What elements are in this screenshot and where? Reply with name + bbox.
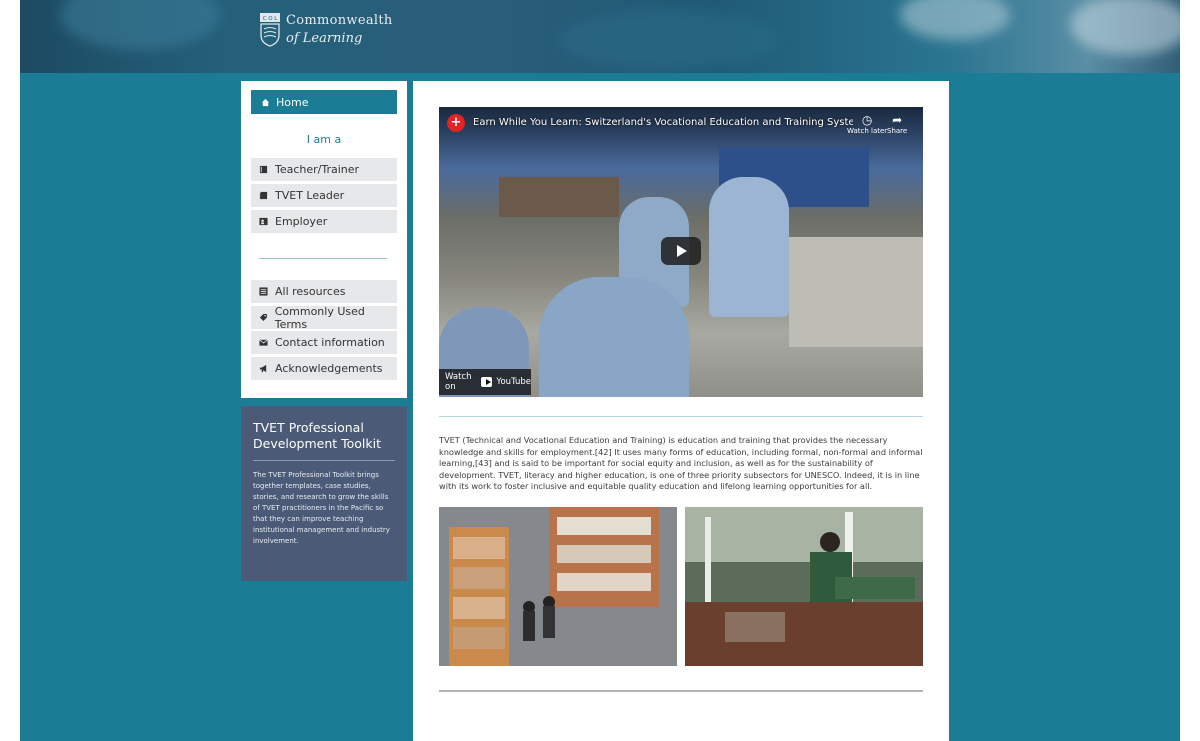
sidebar-item-label: Teacher/Trainer bbox=[275, 163, 360, 176]
watch-on-label: Watch on bbox=[445, 372, 472, 392]
col-logo[interactable]: C O L Commonwealth of Learning bbox=[260, 12, 393, 48]
play-button[interactable] bbox=[661, 237, 701, 265]
tag-icon bbox=[259, 314, 267, 321]
sidebar-item-label: Employer bbox=[275, 215, 328, 228]
id-card-icon bbox=[259, 217, 268, 226]
sidebar-item-teacher-trainer[interactable]: Teacher/Trainer bbox=[251, 158, 397, 181]
share-button[interactable]: ➦ Share bbox=[887, 113, 907, 135]
sidebar-item-label: Contact information bbox=[275, 336, 385, 349]
sidebar-item-employer[interactable]: Employer bbox=[251, 210, 397, 233]
envelope-icon bbox=[259, 339, 268, 346]
logo-line-1: Commonwealth bbox=[286, 13, 393, 28]
logo-line-2: of Learning bbox=[286, 31, 363, 46]
warehouse-photo bbox=[439, 507, 677, 666]
share-icon: ➦ bbox=[892, 113, 903, 127]
toolkit-panel: TVET Professional Development Toolkit Th… bbox=[241, 406, 407, 581]
sidebar-item-tvet-leader[interactable]: TVET Leader bbox=[251, 184, 397, 207]
youtube-label: YouTube bbox=[496, 377, 531, 387]
toolkit-divider bbox=[253, 460, 395, 461]
sidebar-item-label: Acknowledgements bbox=[275, 362, 383, 375]
video-player[interactable]: + Earn While You Learn: Switzerland's Vo… bbox=[439, 107, 923, 397]
sidebar: Home I am a Teacher/Trainer TVET Leader … bbox=[241, 81, 407, 398]
video-title[interactable]: Earn While You Learn: Switzerland's Voca… bbox=[473, 117, 853, 128]
bottom-divider bbox=[439, 690, 923, 692]
col-seal-icon: C O L bbox=[260, 13, 280, 47]
main-content: + Earn While You Learn: Switzerland's Vo… bbox=[413, 81, 949, 741]
toolkit-description: The TVET Professional Toolkit brings tog… bbox=[253, 471, 390, 545]
book-icon bbox=[259, 191, 268, 200]
share-label: Share bbox=[887, 127, 908, 135]
watch-later-label: Watch later bbox=[847, 127, 888, 135]
clock-icon: ◷ bbox=[861, 113, 873, 127]
page: C O L Commonwealth of Learning Home I am… bbox=[20, 0, 1180, 741]
sidebar-item-contact-information[interactable]: Contact information bbox=[251, 331, 397, 354]
sidebar-item-label: Home bbox=[276, 95, 309, 109]
sidebar-item-commonly-used-terms[interactable]: Commonly Used Terms bbox=[251, 304, 397, 331]
svg-text:C O L: C O L bbox=[263, 16, 279, 22]
sidebar-item-label: Commonly Used Terms bbox=[274, 304, 365, 331]
sidebar-divider bbox=[259, 258, 387, 259]
section-divider bbox=[439, 416, 923, 417]
home-icon bbox=[261, 98, 270, 106]
workshop-photo bbox=[685, 507, 923, 666]
youtube-icon bbox=[481, 377, 493, 387]
site-header: C O L Commonwealth of Learning bbox=[20, 0, 1180, 73]
i-am-a-heading: I am a bbox=[306, 133, 342, 146]
megaphone-icon bbox=[259, 364, 267, 373]
sidebar-item-label: TVET Leader bbox=[275, 189, 345, 202]
list-icon bbox=[259, 287, 268, 296]
sidebar-item-label: All resources bbox=[275, 285, 346, 298]
book-icon bbox=[259, 165, 268, 174]
sidebar-item-home[interactable]: Home bbox=[251, 90, 397, 114]
channel-avatar-icon[interactable]: + bbox=[447, 114, 465, 132]
sidebar-item-acknowledgements[interactable]: Acknowledgements bbox=[251, 357, 397, 380]
toolkit-title: TVET Professional Development Toolkit bbox=[253, 420, 382, 451]
watch-later-button[interactable]: ◷ Watch later bbox=[847, 113, 887, 135]
sidebar-item-all-resources[interactable]: All resources bbox=[251, 280, 397, 303]
watch-on-youtube-button[interactable]: Watch on YouTube bbox=[439, 369, 531, 395]
tvet-description: TVET (Technical and Vocational Education… bbox=[439, 435, 923, 492]
